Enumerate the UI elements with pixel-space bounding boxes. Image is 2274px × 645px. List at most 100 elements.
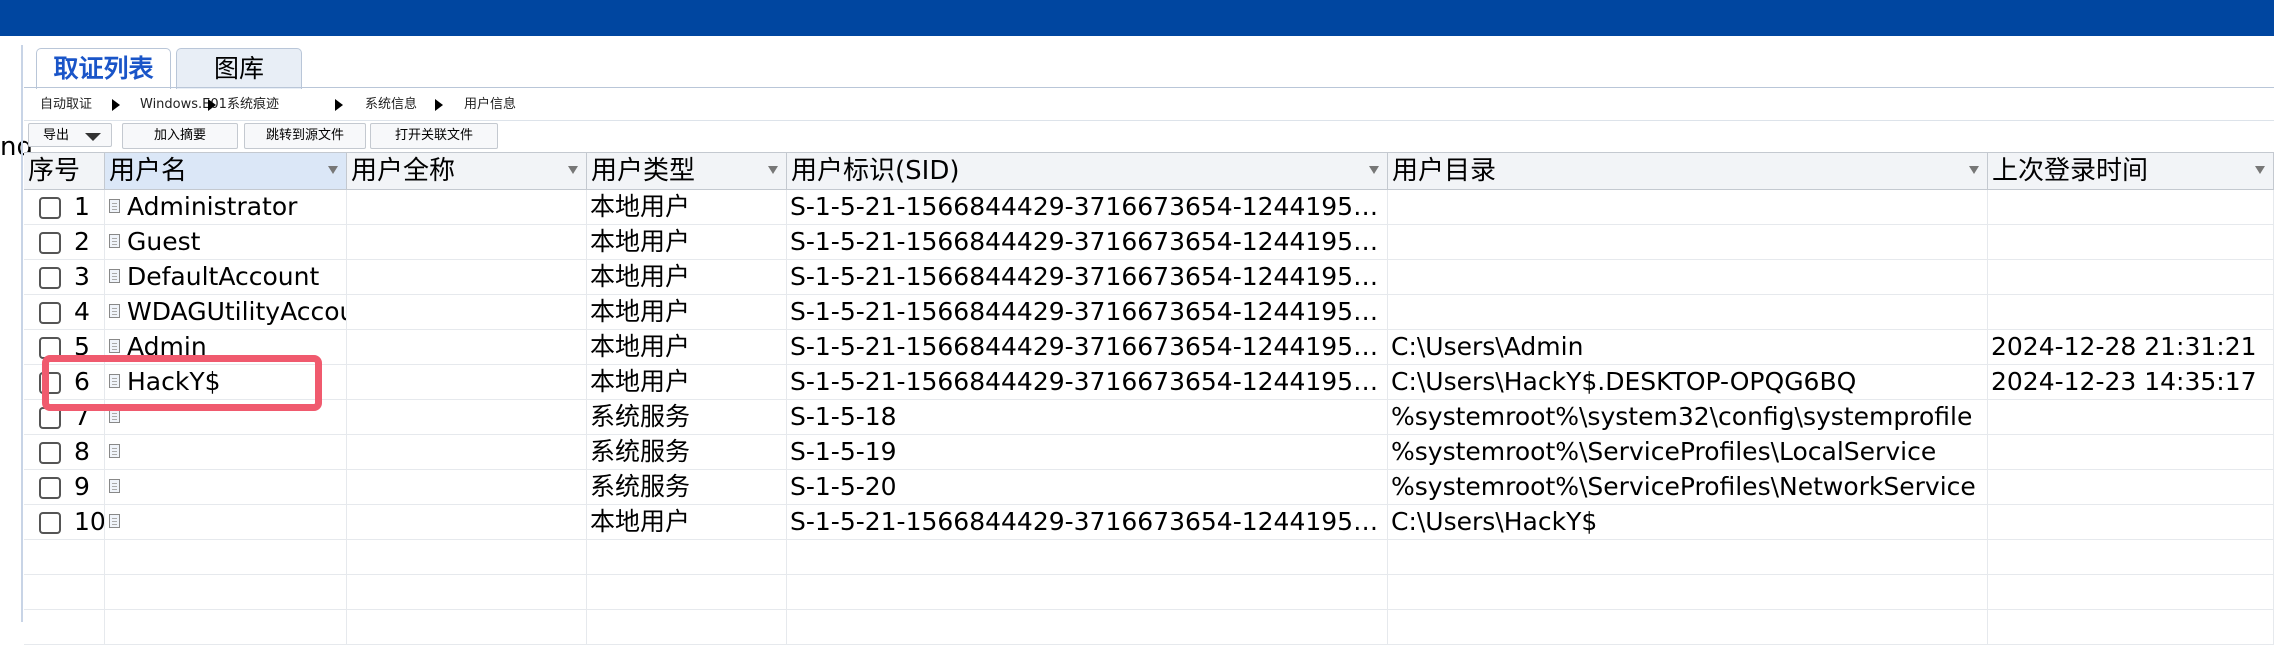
tab-evidence-list[interactable]: 取证列表	[36, 48, 171, 89]
highlight-annotation-box	[42, 355, 322, 411]
row-checkbox[interactable]	[39, 442, 61, 464]
cell-fullname	[347, 330, 587, 364]
empty-cell	[1988, 610, 2274, 644]
cell-directory	[1388, 190, 1988, 224]
cell-fullname	[347, 365, 587, 399]
filter-icon[interactable]	[568, 166, 578, 174]
row-number: 2	[74, 227, 90, 256]
breadcrumb-divider	[24, 120, 2274, 121]
table-row	[24, 610, 2274, 645]
cell-username	[105, 505, 347, 539]
column-header-type[interactable]: 用户类型	[587, 153, 787, 189]
filter-icon[interactable]	[768, 166, 778, 174]
cell-sid: S-1-5-21-1566844429-3716673654-124419553…	[787, 330, 1388, 364]
cell-sid: S-1-5-19	[787, 435, 1388, 469]
cell-fullname	[347, 225, 587, 259]
filter-icon[interactable]	[1969, 166, 1979, 174]
cell-fullname	[347, 505, 587, 539]
column-header-label: 用户目录	[1392, 156, 1497, 186]
filter-icon[interactable]	[1369, 166, 1379, 174]
breadcrumb-item-system-traces[interactable]: 系统痕迹	[227, 94, 279, 116]
breadcrumb-item-system-info[interactable]: 系统信息	[365, 94, 417, 116]
row-checkbox[interactable]	[39, 267, 61, 289]
cell-username: WDAGUtilityAccount	[105, 295, 347, 329]
empty-cell	[347, 575, 587, 609]
cell-user-type: 本地用户	[587, 190, 787, 224]
username-text: Guest	[127, 227, 201, 256]
file-icon	[109, 269, 120, 283]
empty-cell	[587, 575, 787, 609]
username-text: DefaultAccount	[127, 262, 320, 291]
empty-cell	[587, 540, 787, 574]
column-header-directory[interactable]: 用户目录	[1388, 153, 1988, 189]
cell-sid: S-1-5-21-1566844429-3716673654-124419553…	[787, 260, 1388, 294]
cell-index: 8	[24, 435, 105, 469]
cell-directory: %systemroot%\ServiceProfiles\LocalServic…	[1388, 435, 1988, 469]
cell-sid: S-1-5-21-1566844429-3716673654-124419553…	[787, 295, 1388, 329]
column-header-sid[interactable]: 用户标识(SID)	[787, 153, 1388, 189]
table-row[interactable]: 3 DefaultAccount 本地用户 S-1-5-21-1566844429-3…	[24, 260, 2274, 295]
table-row[interactable]: 10 本地用户 S-1-5-21-1566844429-3716673654-124…	[24, 505, 2274, 540]
column-header-last-login[interactable]: 上次登录时间	[1988, 153, 2274, 189]
row-checkbox[interactable]	[39, 477, 61, 499]
empty-cell	[24, 610, 105, 644]
breadcrumb-item-auto[interactable]: 自动取证	[40, 94, 92, 116]
cell-directory	[1388, 295, 1988, 329]
row-checkbox[interactable]	[39, 302, 61, 324]
filter-icon[interactable]	[2255, 166, 2265, 174]
cell-last-login	[1988, 190, 2274, 224]
empty-cell	[1988, 540, 2274, 574]
cell-fullname	[347, 295, 587, 329]
export-dropdown-button[interactable]: 导出	[28, 123, 112, 147]
cell-directory: %systemroot%\ServiceProfiles\NetworkServ…	[1388, 470, 1988, 504]
table-row[interactable]: 6 HackY$ 本地用户 S-1-5-21-1566844429-371667365…	[24, 365, 2274, 400]
cell-user-type: 本地用户	[587, 330, 787, 364]
column-header-username[interactable]: 用户名	[105, 153, 347, 189]
jump-to-source-button[interactable]: 跳转到源文件	[244, 123, 366, 149]
cell-directory: %systemroot%\system32\config\systemprofi…	[1388, 400, 1988, 434]
chevron-down-icon	[85, 133, 101, 141]
cell-last-login	[1988, 470, 2274, 504]
column-header-fullname[interactable]: 用户全称	[347, 153, 587, 189]
table-row	[24, 575, 2274, 610]
username-text: Administrator	[127, 192, 298, 221]
table-row[interactable]: 4 WDAGUtilityAccount 本地用户S-1-5-21-15668444…	[24, 295, 2274, 330]
cell-index: 10	[24, 505, 105, 539]
add-summary-button[interactable]: 加入摘要	[122, 123, 238, 149]
empty-cell	[105, 575, 347, 609]
cell-user-type: 本地用户	[587, 505, 787, 539]
breadcrumb-arrow-icon	[335, 99, 343, 111]
table-row[interactable]: 1 Administrator 本地用户 S-1-5-21-1566844429-37…	[24, 190, 2274, 225]
row-number: 10	[74, 507, 105, 536]
table-row[interactable]: 8 系统服务 S-1-5-19 %systemroot%\ServiceProfile…	[24, 435, 2274, 470]
empty-cell	[347, 610, 587, 644]
cell-last-login	[1988, 260, 2274, 294]
row-number: 4	[74, 297, 90, 326]
file-icon	[109, 339, 120, 353]
row-checkbox[interactable]	[39, 197, 61, 219]
row-checkbox[interactable]	[39, 232, 61, 254]
cell-directory: C:\Users\HackY$	[1388, 505, 1988, 539]
column-header-index[interactable]: 序号	[24, 153, 105, 189]
row-checkbox[interactable]	[39, 512, 61, 534]
breadcrumb-item-user-info[interactable]: 用户信息	[464, 94, 516, 116]
open-linked-file-button[interactable]: 打开关联文件	[370, 123, 498, 149]
cell-last-login: 2024-12-23 14:35:17	[1988, 365, 2274, 399]
empty-cell	[105, 610, 347, 644]
breadcrumb-arrow-icon	[208, 99, 216, 111]
table-row[interactable]: 5 Admin 本地用户 S-1-5-21-1566844429-3716673654…	[24, 330, 2274, 365]
table-row[interactable]: 2 Guest 本地用户 S-1-5-21-1566844429-3716673654…	[24, 225, 2274, 260]
cell-last-login	[1988, 505, 2274, 539]
table-row[interactable]: 9 系统服务 S-1-5-20 %systemroot%\ServiceProfile…	[24, 470, 2274, 505]
cell-fullname	[347, 190, 587, 224]
filter-icon[interactable]	[328, 166, 338, 174]
cell-username	[105, 435, 347, 469]
cell-sid: S-1-5-21-1566844429-3716673654-124419553…	[787, 365, 1388, 399]
empty-cell	[24, 575, 105, 609]
cell-user-type: 系统服务	[587, 435, 787, 469]
empty-cell	[787, 575, 1388, 609]
cell-user-type: 系统服务	[587, 470, 787, 504]
tab-gallery[interactable]: 图库	[176, 48, 302, 89]
table-row[interactable]: 7 系统服务 S-1-5-18 %systemroot%\system32\confi…	[24, 400, 2274, 435]
cell-index: 4	[24, 295, 105, 329]
